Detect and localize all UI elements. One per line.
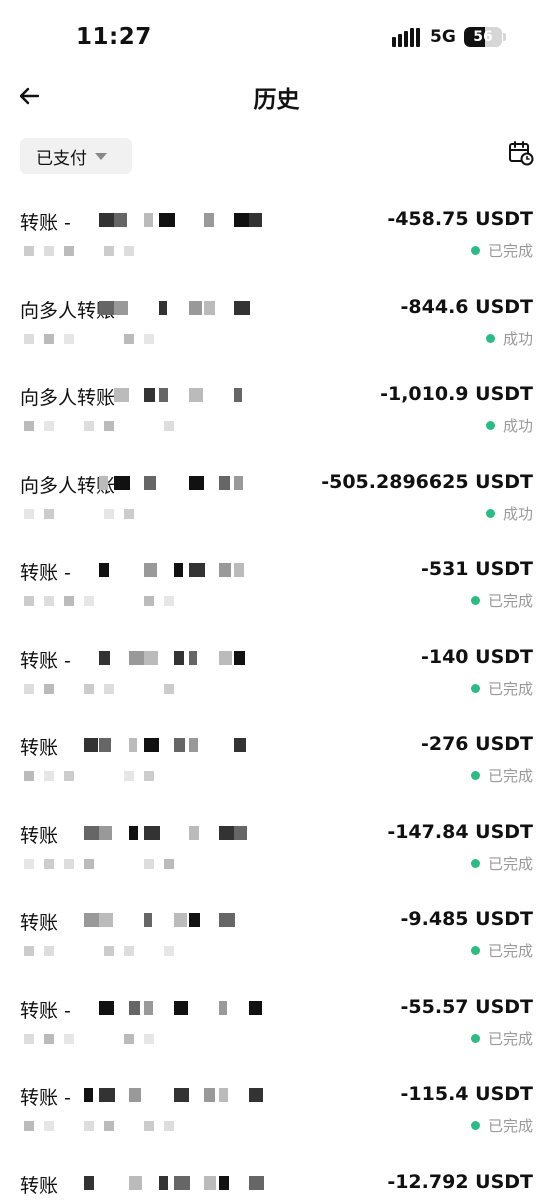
status-filter-dropdown[interactable]: 已支付 <box>20 138 132 174</box>
transaction-row[interactable]: 转账 -12.792 USDT <box>0 1163 553 1200</box>
status-label: 已完成 <box>487 1029 533 1048</box>
filter-label: 已支付 <box>36 148 87 169</box>
status-dot-icon <box>485 333 495 343</box>
status-dot-icon <box>470 858 480 868</box>
status-label: 已完成 <box>487 592 533 610</box>
transaction-amount: -276 USDT <box>420 733 533 755</box>
battery-icon: 56 <box>464 27 502 47</box>
arrow-left-icon <box>19 87 40 105</box>
calendar-clock-icon <box>509 141 534 166</box>
transaction-row[interactable]: 转账 - -55.57 USDT 已完成 <box>0 988 553 1076</box>
status-time: 11:27 <box>76 24 152 50</box>
transaction-amount: -505.2896625 USDT <box>321 470 533 493</box>
transaction-row[interactable]: 转账 - -140 USDT 已完成 <box>0 638 553 726</box>
transaction-status: 已完成 <box>470 940 533 961</box>
transaction-row[interactable]: 转账 -276 USDT 已完成 <box>0 725 553 813</box>
transaction-amount: -12.792 USDT <box>387 1170 533 1193</box>
status-bar: 11:27 5G 56 <box>0 0 553 72</box>
transaction-title: 转账 - <box>20 562 71 584</box>
status-label: 成功 <box>502 417 533 435</box>
transaction-amount: -55.57 USDT <box>400 995 533 1018</box>
transaction-status: 成功 <box>485 328 533 349</box>
transaction-title: 转账 <box>20 737 59 759</box>
back-button[interactable] <box>16 82 44 110</box>
transaction-title: 转账 <box>20 824 59 847</box>
status-dot-icon <box>485 508 495 518</box>
transaction-status: 已完成 <box>470 853 533 874</box>
battery-level: 56 <box>473 29 493 45</box>
status-dot-icon <box>470 596 480 605</box>
transaction-row[interactable]: 转账 - -458.75 USDT 已完成 <box>0 200 553 288</box>
transaction-amount: -147.84 USDT <box>387 820 533 843</box>
status-dot-icon <box>470 946 480 955</box>
caret-down-icon <box>95 152 107 160</box>
transaction-amount: -1,010.9 USDT <box>380 383 533 405</box>
status-dot-icon <box>470 246 480 255</box>
signal-icon <box>392 28 422 47</box>
status-label: 已完成 <box>487 1117 533 1135</box>
status-label: 已完成 <box>487 679 533 698</box>
transaction-row[interactable]: 转账 - -531 USDT 已完成 <box>0 550 553 638</box>
transaction-amount: -531 USDT <box>420 558 533 580</box>
transaction-amount: -458.75 USDT <box>387 208 533 230</box>
transaction-row[interactable]: 转账 -9.485 USDT 已完成 <box>0 900 553 988</box>
transaction-status: 成功 <box>485 415 533 436</box>
status-dot-icon <box>470 683 480 693</box>
status-label: 已完成 <box>487 767 533 785</box>
transaction-status: 已完成 <box>470 765 533 786</box>
transaction-amount: -844.6 USDT <box>400 295 533 318</box>
status-dot-icon <box>470 1033 480 1043</box>
transaction-title: 转账 - <box>20 212 71 234</box>
battery-tip <box>503 33 506 41</box>
transaction-list: 转账 - -458.75 USDT 已完成 向多人转账 -844.6 USDT 成功 向多人… <box>0 200 553 1200</box>
status-dot-icon <box>485 421 495 430</box>
status-label: 成功 <box>502 504 533 523</box>
status-label: 已完成 <box>487 854 533 873</box>
transaction-status: 已完成 <box>470 1115 533 1136</box>
status-label: 成功 <box>502 329 533 348</box>
transaction-status: 已完成 <box>470 590 533 611</box>
calendar-filter-button[interactable] <box>508 140 534 166</box>
transaction-status: 已完成 <box>470 678 533 699</box>
transaction-status: 已完成 <box>470 1028 533 1049</box>
transaction-row[interactable]: 向多人转账 -844.6 USDT 成功 <box>0 288 553 376</box>
transaction-row[interactable]: 向多人转账 -1,010.9 USDT 成功 <box>0 375 553 463</box>
transaction-title: 向多人转账 <box>20 387 116 409</box>
status-dot-icon <box>470 1121 480 1130</box>
status-label: 已完成 <box>487 242 533 260</box>
transaction-title: 转账 - <box>20 999 71 1022</box>
status-label: 已完成 <box>487 942 533 960</box>
transaction-amount: -9.485 USDT <box>400 908 533 930</box>
transaction-row[interactable]: 转账 -147.84 USDT 已完成 <box>0 813 553 901</box>
network-type: 5G <box>430 27 456 47</box>
transaction-status: 已完成 <box>470 240 533 261</box>
transaction-status: 成功 <box>485 503 533 524</box>
transaction-row[interactable]: 转账 - -115.4 USDT 已完成 <box>0 1075 553 1163</box>
transaction-amount: -140 USDT <box>420 645 533 668</box>
status-dot-icon <box>470 771 480 780</box>
transaction-title: 转账 <box>20 912 59 934</box>
transaction-amount: -115.4 USDT <box>400 1083 533 1105</box>
transaction-title: 转账 - <box>20 649 71 672</box>
page-title: 历史 <box>253 87 300 113</box>
transaction-title: 转账 <box>20 1174 59 1197</box>
transaction-row[interactable]: 向多人转账 -505.2896625 USDT 成功 <box>0 463 553 551</box>
transaction-title: 转账 - <box>20 1087 71 1109</box>
